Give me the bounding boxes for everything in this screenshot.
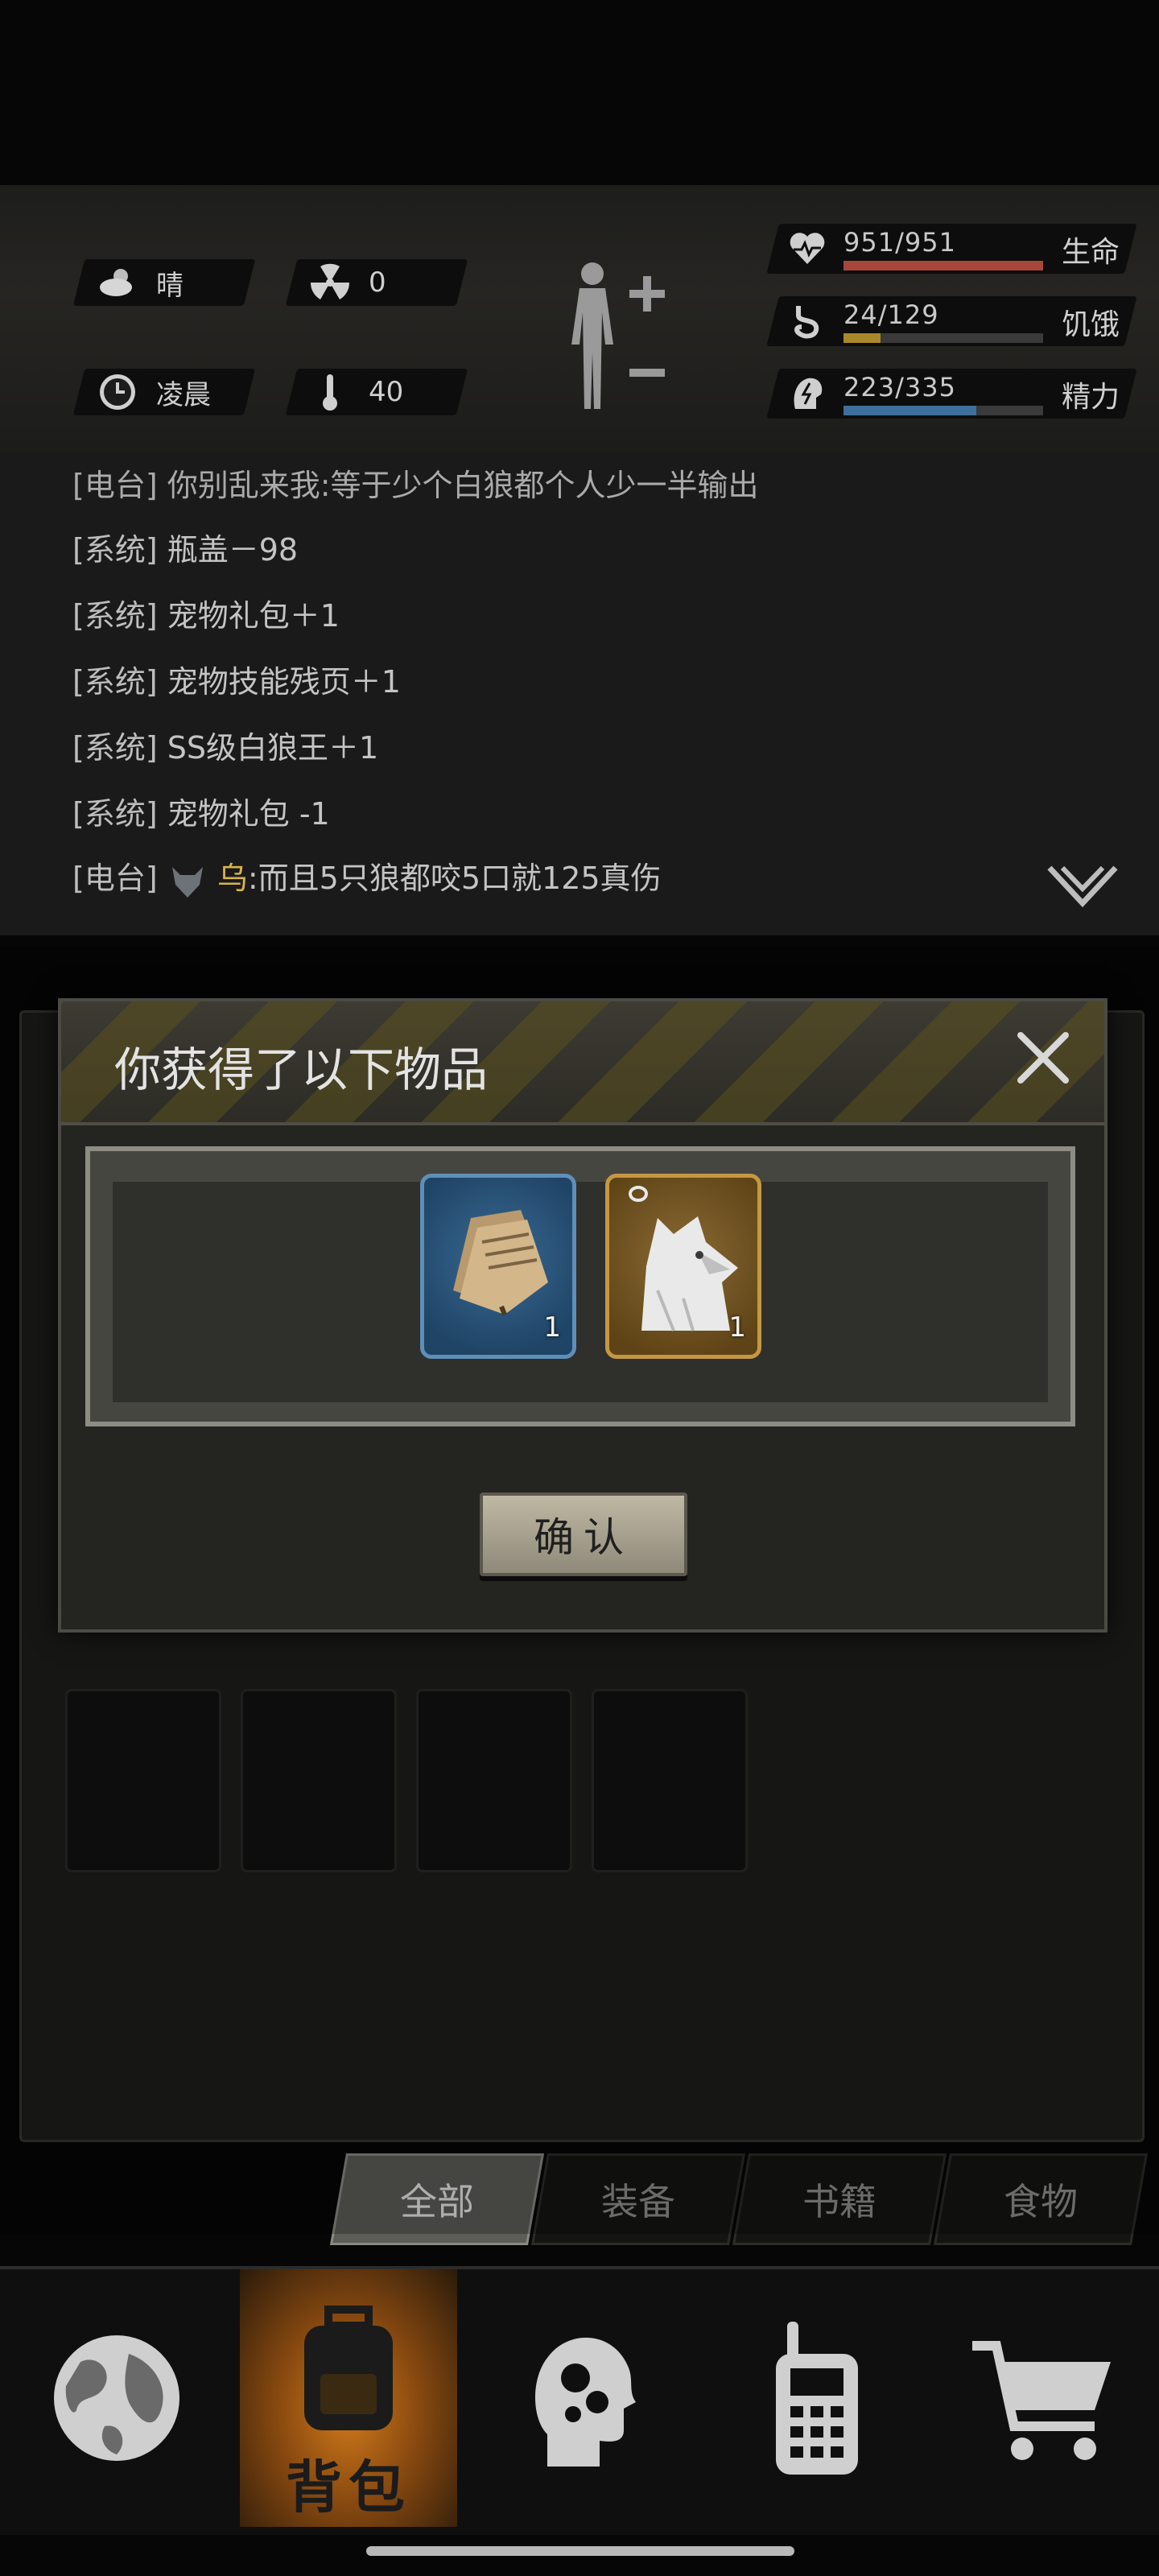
nav-radio[interactable] xyxy=(708,2269,926,2527)
log-text: 瓶盖－98 xyxy=(167,532,299,568)
cart-icon xyxy=(972,2341,1111,2460)
item-quantity: 1 xyxy=(543,1311,561,1344)
radiation-chip: 0 xyxy=(285,259,468,306)
hunger-bar xyxy=(843,333,1043,343)
log-tag: [系统] xyxy=(72,532,158,568)
clock-icon xyxy=(97,371,138,413)
life-label: 生命 xyxy=(1061,236,1120,269)
log-text: 宠物礼包＋1 xyxy=(167,598,340,634)
energy-bar xyxy=(843,406,1043,415)
confirm-button[interactable]: 确认 xyxy=(480,1492,687,1576)
bottom-nav: 背包 xyxy=(0,2266,1159,2535)
reward-item[interactable]: 1 xyxy=(605,1174,761,1359)
home-indicator[interactable] xyxy=(366,2546,794,2556)
energy-value: 223/335 xyxy=(843,372,956,402)
vital-hunger: 24/129 饥饿 xyxy=(766,296,1137,346)
log-text: :而且5只狼都咬5口就125真伤 xyxy=(247,861,662,896)
radiation-icon xyxy=(309,262,351,303)
weather-chip: 晴 xyxy=(72,259,256,306)
log-text: 宠物礼包 -1 xyxy=(167,796,330,832)
log-line: [系统] SS级白狼王＋1 xyxy=(72,723,378,767)
log-text: SS级白狼王＋1 xyxy=(167,730,379,766)
reward-item[interactable]: 1 xyxy=(420,1174,576,1359)
log-tag: [系统] xyxy=(72,730,158,766)
weather-value: 晴 xyxy=(156,269,184,302)
life-bar xyxy=(843,261,1043,270)
radiation-value: 0 xyxy=(369,266,386,299)
nav-map[interactable] xyxy=(8,2269,225,2527)
stomach-icon xyxy=(794,306,819,339)
time-value: 凌晨 xyxy=(156,378,211,411)
heart-pulse-icon xyxy=(790,233,825,264)
vital-energy: 223/335 精力 xyxy=(766,369,1137,419)
close-icon[interactable] xyxy=(1009,1024,1077,1092)
globe-icon xyxy=(54,2335,179,2461)
radio-icon xyxy=(776,2322,858,2475)
time-chip: 凌晨 xyxy=(72,369,256,415)
backpack-icon xyxy=(304,2306,393,2430)
nav-backpack-label: 背包 xyxy=(286,2454,411,2520)
sender-name[interactable]: 乌 xyxy=(217,861,248,896)
thermometer-icon xyxy=(309,371,351,413)
body-status-figure[interactable] xyxy=(555,256,692,417)
cloud-sun-icon xyxy=(97,262,138,303)
log-line: [系统] 宠物技能残页＋1 xyxy=(72,657,401,701)
reward-items-box: 1 1 xyxy=(85,1146,1075,1426)
item-quantity: 1 xyxy=(728,1311,746,1344)
life-value: 951/951 xyxy=(843,227,956,258)
chevron-down-icon[interactable] xyxy=(1046,863,1119,911)
log-tag: [电台] xyxy=(72,861,158,896)
log-line-partial: [电台] 你别乱来我:等于少个白狼都个人少一半输出 xyxy=(72,468,759,503)
nav-skills[interactable] xyxy=(475,2269,692,2527)
vital-life: 951/951 生命 xyxy=(766,224,1137,274)
head-gears-icon xyxy=(535,2337,636,2467)
nav-backpack[interactable]: 背包 xyxy=(240,2269,457,2527)
hunger-label: 饥饿 xyxy=(1061,308,1120,341)
log-tag: [系统] xyxy=(72,796,158,832)
wolf-avatar-icon xyxy=(171,866,203,898)
dialog-title: 你获得了以下物品 xyxy=(114,1042,489,1097)
log-tag: [系统] xyxy=(72,664,158,700)
dialog-header: 你获得了以下物品 xyxy=(61,1001,1104,1125)
log-text: 宠物技能残页＋1 xyxy=(167,664,401,700)
nav-shop[interactable] xyxy=(934,2269,1151,2527)
log-tag: [系统] xyxy=(72,598,158,634)
log-line: [系统] 宠物礼包 -1 xyxy=(72,789,330,833)
energy-label: 精力 xyxy=(1061,381,1120,414)
temperature-value: 40 xyxy=(369,376,404,408)
hunger-value: 24/129 xyxy=(843,299,939,330)
log-line: [系统] 瓶盖－98 xyxy=(72,525,298,569)
brain-bolt-icon xyxy=(794,378,823,409)
reward-items-well: 1 1 xyxy=(113,1174,1048,1402)
log-line-radio: [电台] 乌:而且5只狼都咬5口就125真伤 xyxy=(72,853,662,901)
log-line: [系统] 宠物礼包＋1 xyxy=(72,591,340,635)
temperature-chip: 40 xyxy=(285,369,468,415)
reward-dialog: 你获得了以下物品 1 1 确认 xyxy=(58,998,1107,1633)
